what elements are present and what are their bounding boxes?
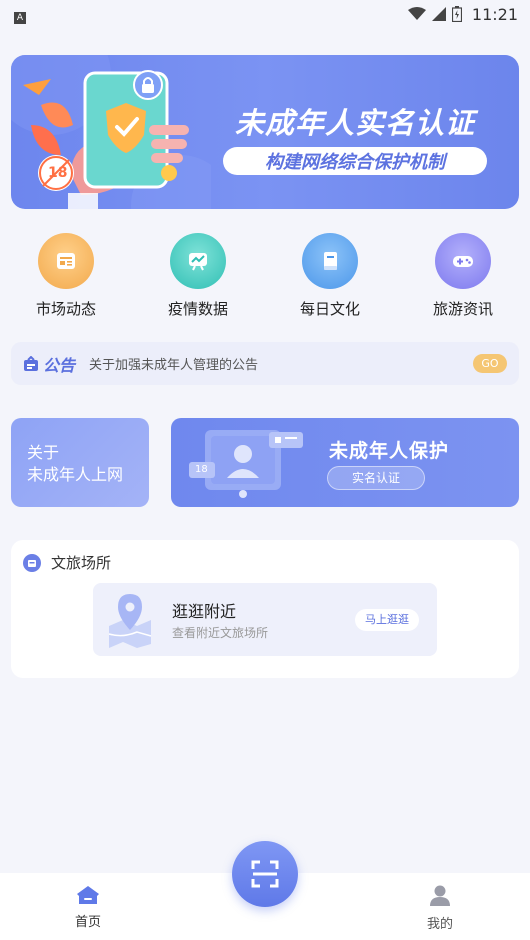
promo-left-line1: 关于 <box>27 443 60 462</box>
tab-home[interactable]: 首页 <box>48 885 128 930</box>
nearby-card-subtitle: 查看附近文旅场所 <box>172 626 269 640</box>
promo-card-minor-protection[interactable]: 18 未成年人保护 实名认证 <box>171 418 519 507</box>
menu-label-culture: 每日文化 <box>299 300 360 318</box>
menu-label-travel: 旅游资讯 <box>432 300 493 318</box>
menu-item-market[interactable]: 市场动态 <box>16 233 116 319</box>
venue-section: 文旅场所 逛逛附近 查看附近文旅场所 马上逛逛 <box>11 540 519 678</box>
nearby-card-title: 逛逛附近 <box>172 602 237 621</box>
notice-tag: 公告 <box>23 352 75 376</box>
menu-label-epidemic: 疫情数据 <box>167 300 228 318</box>
chart-board-icon <box>170 233 226 289</box>
status-right: 11:21 <box>407 4 518 24</box>
status-bar: A 11:21 <box>0 0 530 28</box>
tab-mine[interactable]: 我的 <box>400 885 480 932</box>
promo-right-title: 未成年人保护 <box>329 440 450 462</box>
go-explore-button[interactable]: 马上逛逛 <box>355 609 419 631</box>
map-pin-icon <box>108 594 152 648</box>
promo-right-verify-button[interactable]: 实名认证 <box>327 466 425 490</box>
user-icon <box>430 885 450 906</box>
menu-item-culture[interactable]: 每日文化 <box>280 233 380 319</box>
status-time: 11:21 <box>471 4 518 24</box>
banner-subtitle: 构建网络综合保护机制 <box>265 152 445 173</box>
menu-label-market: 市场动态 <box>35 300 96 318</box>
home-icon <box>77 886 99 904</box>
promo-right-badge: 18 <box>195 464 208 475</box>
scan-icon <box>251 860 279 888</box>
venue-title: 文旅场所 <box>51 554 112 572</box>
wifi-icon <box>407 7 426 20</box>
notice-icon <box>24 355 38 371</box>
notice-tag-label: 公告 <box>43 355 76 375</box>
banner-age-badge-text: 18 <box>48 165 68 181</box>
banner-subtitle-pill: 构建网络综合保护机制 <box>223 147 487 175</box>
news-icon <box>38 233 94 289</box>
banner-title: 未成年人实名认证 <box>234 106 475 140</box>
menu-item-epidemic[interactable]: 疫情数据 <box>148 233 248 319</box>
promo-card-minor-internet[interactable]: 关于 未成年人上网 <box>11 418 149 507</box>
tab-mine-label: 我的 <box>426 917 453 932</box>
quick-menu: 市场动态 疫情数据 每日文化 旅游资讯 <box>0 233 530 323</box>
venue-header: 文旅场所 <box>23 552 111 573</box>
signal-icon <box>431 7 446 21</box>
book-icon <box>302 233 358 289</box>
notice-bar[interactable]: 公告 关于加强未成年人管理的公告 GO <box>11 342 519 385</box>
promo-left-line2: 未成年人上网 <box>27 465 124 484</box>
phone-shield-illustration <box>11 55 211 209</box>
status-left: A <box>14 5 26 24</box>
nearby-card[interactable]: 逛逛附近 查看附近文旅场所 马上逛逛 <box>93 583 437 656</box>
gamepad-icon <box>435 233 491 289</box>
notice-go-button[interactable]: GO <box>473 354 507 373</box>
scan-button[interactable] <box>232 841 298 907</box>
id-verify-illustration <box>189 430 303 498</box>
battery-icon <box>451 6 462 22</box>
tab-home-label: 首页 <box>74 915 101 930</box>
notice-text: 关于加强未成年人管理的公告 <box>89 358 259 373</box>
menu-item-travel[interactable]: 旅游资讯 <box>413 233 513 319</box>
notification-a-icon: A <box>14 11 26 24</box>
hero-banner[interactable]: 18 未成年人实名认证 构建网络综合保护机制 <box>11 55 519 209</box>
venue-icon <box>23 553 41 572</box>
